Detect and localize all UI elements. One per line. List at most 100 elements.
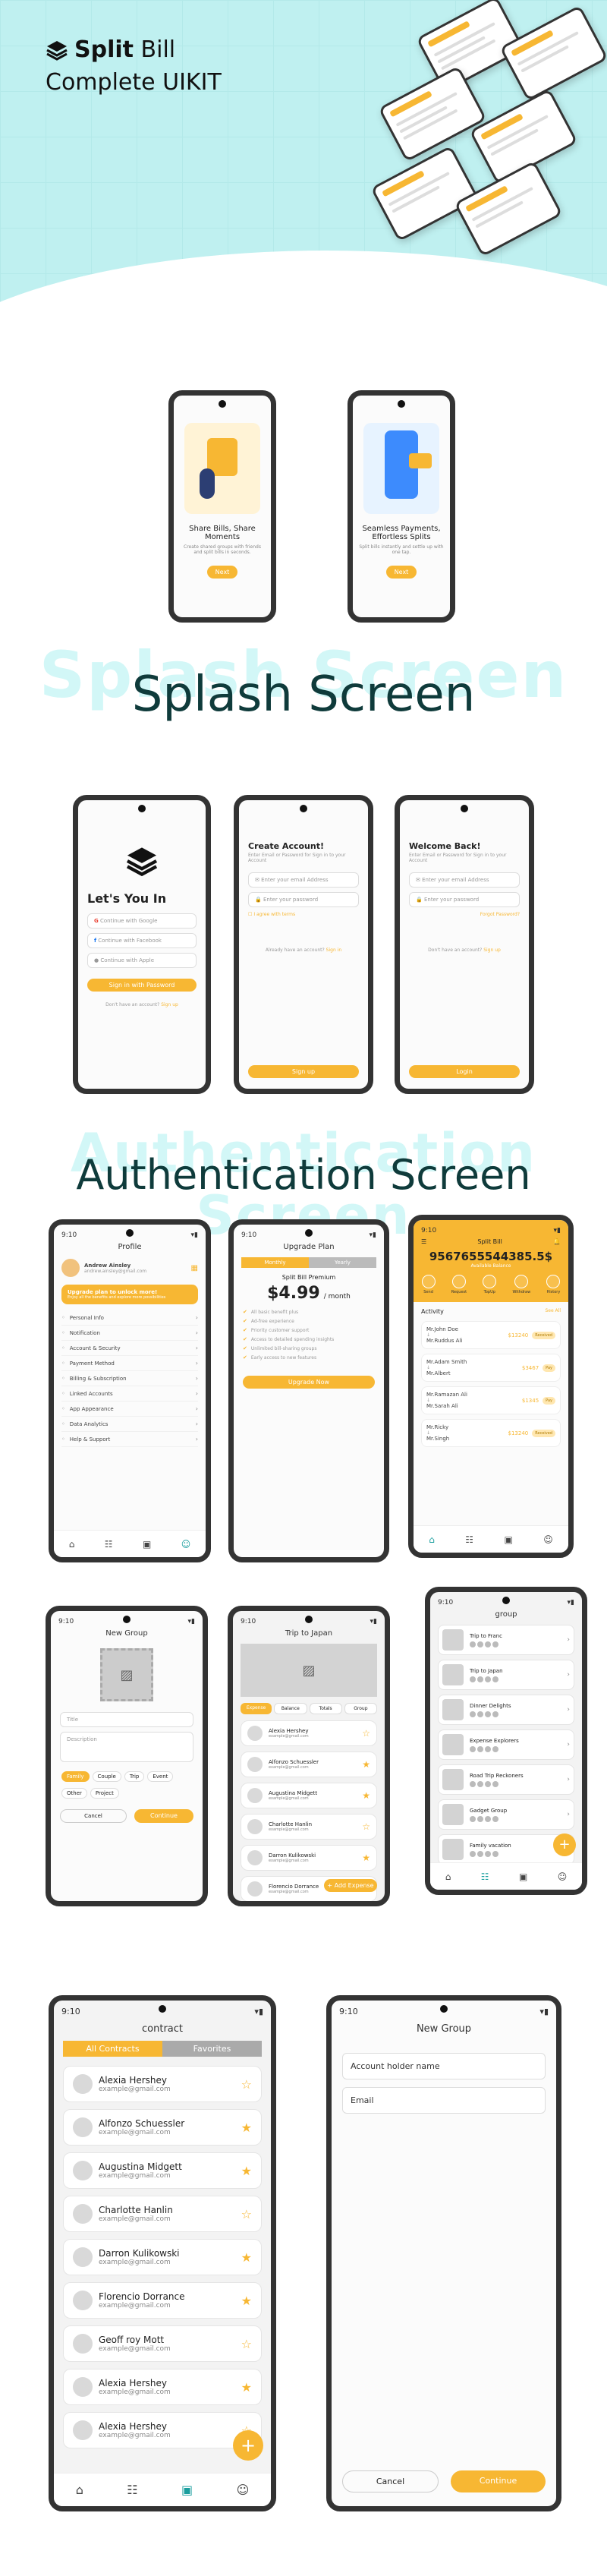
group-row[interactable]: Road Trip Reckoners › (438, 1764, 574, 1795)
activity-row[interactable]: Mr.Adam Smith ↓ Mr.Albert $3467 Pay (421, 1354, 561, 1382)
category-chip[interactable]: Project (90, 1788, 119, 1799)
wallet-icon[interactable]: ▣ (143, 1539, 151, 1550)
tab-balance[interactable]: Balance (274, 1703, 307, 1714)
signup-link[interactable]: Sign up (483, 947, 501, 953)
see-all-link[interactable]: See All (545, 1308, 561, 1315)
list-item[interactable]: Darron Kulikowski example@gmail.com ★ (241, 1845, 377, 1871)
signup-button[interactable]: Sign up (248, 1065, 359, 1078)
activity-row[interactable]: Mr.Ramazan Ali ↓ Mr.Sarah Ali $1345 Pay (421, 1386, 561, 1414)
home-icon[interactable]: ⌂ (69, 1539, 75, 1550)
group-row[interactable]: Expense Explorers › (438, 1729, 574, 1760)
category-chip[interactable]: Other (61, 1788, 87, 1799)
list-item[interactable]: Alfonzo Schuessler example@gmail.com ★ (241, 1751, 377, 1777)
list-item[interactable]: Charlotte Hanlin example@gmail.com ☆ (241, 1814, 377, 1840)
quick-action[interactable]: Request (451, 1275, 467, 1294)
star-icon[interactable]: ☆ (362, 1821, 370, 1832)
profile-icon[interactable]: ☺ (558, 1871, 568, 1882)
list-item[interactable]: Charlotte Hanlin example@gmail.com ☆ (63, 2196, 262, 2232)
forgot-password-link[interactable]: Forgot Password? (409, 912, 520, 917)
group-icon[interactable]: ☷ (105, 1539, 113, 1550)
menu-item[interactable]: ◦ App Appearance › (61, 1402, 198, 1417)
star-icon[interactable]: ★ (362, 1790, 370, 1801)
category-chip[interactable]: Event (147, 1771, 174, 1782)
profile-icon[interactable]: ☺ (237, 2483, 250, 2497)
home-icon[interactable]: ⌂ (445, 1871, 451, 1882)
wallet-icon[interactable]: ▣ (504, 1534, 512, 1545)
list-item[interactable]: Darron Kulikowski example@gmail.com ★ (63, 2239, 262, 2275)
list-item[interactable]: Augustina Midgett example@gmail.com ★ (241, 1783, 377, 1808)
activity-row[interactable]: Mr.Ricky ↓ Mr.Singh $13240 Received (421, 1419, 561, 1447)
signin-link[interactable]: Sign in (326, 947, 341, 953)
add-group-button[interactable]: + (553, 1833, 576, 1856)
status-badge[interactable]: Received (532, 1429, 555, 1437)
facebook-button[interactable]: f Continue with Facebook (87, 933, 197, 948)
star-icon[interactable]: ★ (241, 2164, 252, 2178)
menu-item[interactable]: ◦ Linked Accounts › (61, 1386, 198, 1402)
group-row[interactable]: Gadget Group › (438, 1799, 574, 1830)
tab-yearly[interactable]: Yearly (309, 1257, 376, 1268)
menu-item[interactable]: ◦ Data Analytics › (61, 1417, 198, 1432)
quick-action[interactable]: TopUp (483, 1275, 497, 1294)
tab-expense[interactable]: Expense (241, 1703, 272, 1714)
tab-favorites[interactable]: Favorites (162, 2041, 262, 2057)
status-badge[interactable]: Received (532, 1331, 555, 1339)
tab-monthly[interactable]: Monthly (241, 1257, 309, 1268)
signup-link[interactable]: Sign up (161, 1002, 178, 1007)
cancel-button[interactable]: Cancel (342, 2470, 439, 2492)
category-chip[interactable]: Couple (92, 1771, 121, 1782)
star-icon[interactable]: ★ (241, 2380, 252, 2395)
list-item[interactable]: Florencio Dorrance example@gmail.com ★ (63, 2282, 262, 2319)
activity-row[interactable]: Mr.John Doe ↓ Mr.Ruddus Ali $13240 Received (421, 1321, 561, 1349)
menu-item[interactable]: ◦ Help & Support › (61, 1432, 198, 1447)
menu-icon[interactable]: ☰ (421, 1238, 426, 1245)
apple-button[interactable]: ● Continue with Apple (87, 953, 197, 968)
star-icon[interactable]: ★ (362, 1852, 370, 1863)
next-button[interactable]: Next (207, 566, 237, 579)
tab-totals[interactable]: Totals (309, 1703, 342, 1714)
email-field[interactable]: ✉ Enter your email Address (409, 872, 520, 888)
password-field[interactable]: 🔒 Enter your password (409, 892, 520, 907)
tab-group[interactable]: Group (344, 1703, 377, 1714)
title-field[interactable]: Title (60, 1712, 193, 1727)
upgrade-now-button[interactable]: Upgrade Now (243, 1376, 375, 1389)
wallet-icon[interactable]: ▣ (181, 2483, 193, 2497)
star-icon[interactable]: ★ (241, 2120, 252, 2135)
list-item[interactable]: Augustina Midgett example@gmail.com ★ (63, 2152, 262, 2189)
star-icon[interactable]: ★ (362, 1759, 370, 1770)
star-icon[interactable]: ★ (241, 2294, 252, 2308)
star-icon[interactable]: ☆ (241, 2077, 252, 2092)
next-button[interactable]: Next (386, 566, 417, 579)
bell-icon[interactable]: 🔔 (553, 1238, 561, 1245)
list-item[interactable]: Alexia Hershey example@gmail.com ★ (63, 2369, 262, 2405)
continue-button[interactable]: Continue (451, 2470, 546, 2492)
wallet-icon[interactable]: ▣ (519, 1871, 527, 1882)
qr-icon[interactable]: ▦ (191, 1264, 198, 1272)
tab-all-contracts[interactable]: All Contracts (63, 2041, 162, 2057)
add-expense-button[interactable]: + Add Expense (324, 1879, 377, 1892)
menu-item[interactable]: ◦ Payment Method › (61, 1356, 198, 1371)
star-icon[interactable]: ☆ (241, 2207, 252, 2221)
star-icon[interactable]: ☆ (241, 2337, 252, 2351)
google-button[interactable]: G Continue with Google (87, 913, 197, 929)
add-contract-button[interactable]: + (233, 2430, 263, 2461)
email-field[interactable]: Email (342, 2087, 546, 2114)
password-signin-button[interactable]: Sign in with Password (87, 979, 197, 992)
home-icon[interactable]: ⌂ (76, 2483, 83, 2497)
menu-item[interactable]: ◦ Billing & Subscription › (61, 1371, 198, 1386)
menu-item[interactable]: ◦ Account & Security › (61, 1341, 198, 1356)
cancel-button[interactable]: Cancel (60, 1809, 127, 1823)
quick-action[interactable]: History (546, 1275, 561, 1294)
list-item[interactable]: Alexia Hersheyexample@gmail.com☆ (241, 1720, 377, 1746)
group-row[interactable]: Trip to Japan › (438, 1660, 574, 1690)
login-button[interactable]: Login (409, 1065, 520, 1078)
checkbox-icon[interactable]: ☐ (248, 912, 252, 917)
group-row[interactable]: Trip to Franc › (438, 1625, 574, 1655)
group-icon[interactable]: ☷ (481, 1871, 489, 1882)
email-field[interactable]: ✉ Enter your email Address (248, 872, 359, 888)
status-badge[interactable]: Pay (543, 1364, 555, 1372)
home-icon[interactable]: ⌂ (429, 1534, 435, 1545)
account-holder-field[interactable]: Account holder name (342, 2053, 546, 2079)
list-item[interactable]: Alexia Hersheyexample@gmail.com☆ (63, 2412, 262, 2448)
group-row[interactable]: Dinner Delights › (438, 1695, 574, 1725)
menu-item[interactable]: ◦ Personal Info › (61, 1310, 198, 1326)
